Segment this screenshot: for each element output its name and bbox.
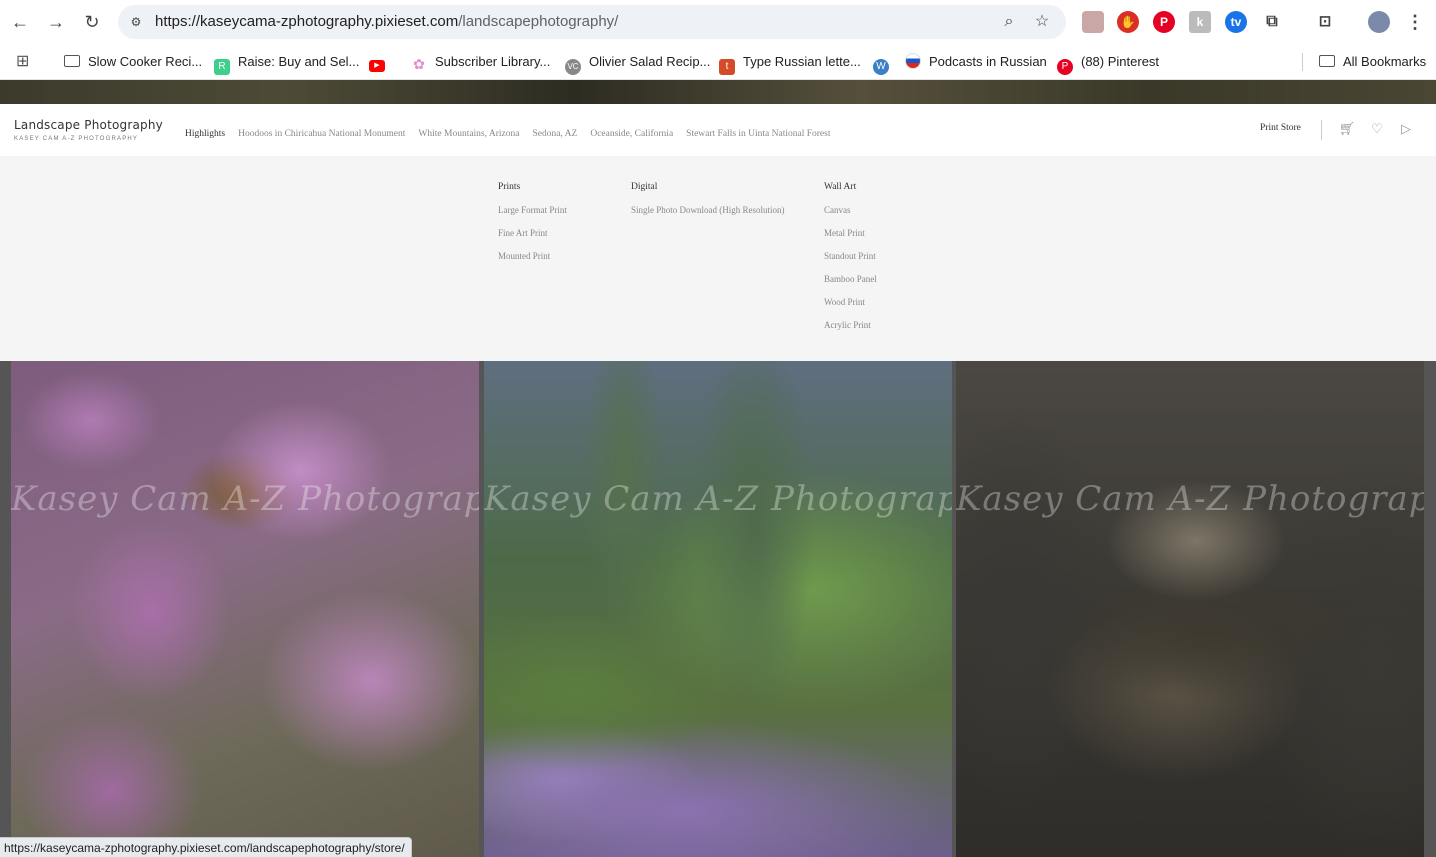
dropdown-item[interactable]: Single Photo Download (High Resolution) <box>631 205 785 228</box>
bookmark-item[interactable]: t Type Russian lette... <box>719 52 861 75</box>
dropdown-item[interactable]: Wood Print <box>824 297 877 320</box>
pinterest-icon: P <box>1057 59 1073 75</box>
photo-grid: Kasey Cam A-Z Photography Kasey Cam A-Z … <box>0 361 1436 857</box>
dropdown-item[interactable]: Acrylic Print <box>824 320 877 343</box>
apps-grid-icon[interactable]: ⊞ <box>16 52 29 72</box>
dropdown-item[interactable]: Metal Print <box>824 228 877 251</box>
wordpress-icon: W <box>873 59 889 75</box>
cart-icon[interactable]: 🛒︎ <box>1338 120 1356 138</box>
bookmarks-divider <box>1302 53 1303 71</box>
print-store-dropdown: Prints Large Format Print Fine Art Print… <box>0 156 1436 361</box>
forward-icon[interactable]: → <box>44 10 68 34</box>
dropdown-column-wall-art: Wall Art Canvas Metal Print Standout Pri… <box>824 182 877 343</box>
bookmark-item[interactable]: VC Olivier Salad Recip... <box>565 52 710 75</box>
t-icon: t <box>719 59 735 75</box>
url-text[interactable]: https://kaseycama-zphotography.pixieset.… <box>155 5 618 39</box>
dropdown-heading[interactable]: Wall Art <box>824 182 877 192</box>
photo-hummingbird-nest[interactable]: Kasey Cam A-Z Photography <box>956 361 1424 857</box>
pinterest-extension-icon[interactable]: P <box>1153 11 1175 33</box>
dropdown-column-digital: Digital Single Photo Download (High Reso… <box>631 182 785 228</box>
dropdown-heading[interactable]: Prints <box>498 182 567 192</box>
header-divider <box>1321 120 1322 140</box>
flower-icon: ✿ <box>413 56 425 72</box>
heart-icon[interactable]: ♡ <box>1368 120 1386 138</box>
brand-subtitle[interactable]: KASEY CAM A-Z PHOTOGRAPHY <box>14 136 138 142</box>
print-store-link[interactable]: Print Store <box>1260 123 1301 133</box>
back-icon[interactable]: ← <box>8 10 32 34</box>
watermark-text: Kasey Cam A-Z Photography <box>956 479 1424 519</box>
russia-flag-icon <box>905 53 921 69</box>
bookmark-item[interactable]: ▶ <box>369 52 393 72</box>
photo-wisteria-bee[interactable]: Kasey Cam A-Z Photography <box>11 361 479 857</box>
dropdown-column-prints: Prints Large Format Print Fine Art Print… <box>498 182 567 274</box>
bookmark-item[interactable]: P (88) Pinterest <box>1057 52 1159 75</box>
extension-k-icon[interactable]: k <box>1189 11 1211 33</box>
raise-icon: R <box>214 59 230 75</box>
photo-saguaro-cactus[interactable]: Kasey Cam A-Z Photography <box>484 361 952 857</box>
dropdown-item[interactable]: Fine Art Print <box>498 228 567 251</box>
bookmark-item[interactable]: Podcasts in Russian <box>905 52 1047 72</box>
bookmark-item[interactable]: R Raise: Buy and Sel... <box>214 52 359 75</box>
browser-toolbar: ← → ↻ ⚙ https://kaseycama-zphotography.p… <box>0 0 1436 44</box>
web-page: Landscape Photography KASEY CAM A-Z PHOT… <box>0 80 1436 857</box>
bookmark-item[interactable]: Slow Cooker Reci... <box>64 52 202 72</box>
collection-title[interactable]: Landscape Photography <box>14 118 163 132</box>
bookmarks-bar: ⊞ Slow Cooker Reci... R Raise: Buy and Se… <box>0 44 1436 80</box>
dropdown-item[interactable]: Bamboo Panel <box>824 274 877 297</box>
profile-avatar[interactable] <box>1368 11 1390 33</box>
dropdown-item[interactable]: Standout Print <box>824 251 877 274</box>
menu-kebab-icon[interactable]: ⋮ <box>1404 11 1426 33</box>
youtube-icon: ▶ <box>369 60 385 72</box>
star-icon[interactable]: ☆ <box>1032 12 1052 32</box>
bookmark-item[interactable]: W <box>873 52 897 75</box>
nav-oceanside[interactable]: Oceanside, California <box>590 129 673 139</box>
nav-hoodoos[interactable]: Hoodoos in Chiricahua National Monument <box>238 129 405 139</box>
dropdown-item[interactable]: Mounted Print <box>498 251 567 274</box>
address-bar[interactable]: ⚙ https://kaseycama-zphotography.pixiese… <box>118 5 1066 39</box>
gallery-nav: Highlights Hoodoos in Chiricahua National… <box>185 123 843 139</box>
status-bar-url: https://kaseycama-zphotography.pixieset.… <box>0 837 412 857</box>
folder-icon <box>64 55 80 67</box>
folder-icon <box>1319 55 1335 67</box>
dropdown-heading[interactable]: Digital <box>631 182 785 192</box>
hero-image-strip <box>0 80 1436 104</box>
nav-highlights[interactable]: Highlights <box>185 129 225 139</box>
tab-search-icon[interactable]: ⊡ <box>1314 11 1336 33</box>
extension-image-icon[interactable] <box>1082 11 1104 33</box>
bookmark-item[interactable]: ✿ Subscriber Library... <box>411 52 550 72</box>
slideshow-play-icon[interactable]: ▷ <box>1397 120 1415 138</box>
reload-icon[interactable]: ↻ <box>80 10 104 34</box>
all-bookmarks-button[interactable]: All Bookmarks <box>1319 52 1426 72</box>
extension-hand-icon[interactable]: ✋ <box>1117 11 1139 33</box>
extension-tv-icon[interactable]: tv <box>1225 11 1247 33</box>
site-settings-icon[interactable]: ⚙ <box>128 14 144 30</box>
vc-icon: VC <box>565 59 581 75</box>
dropdown-item[interactable]: Canvas <box>824 205 877 228</box>
nav-white-mountains[interactable]: White Mountains, Arizona <box>418 129 519 139</box>
site-header: Landscape Photography KASEY CAM A-Z PHOT… <box>0 104 1436 156</box>
zoom-icon[interactable]: ⌕ <box>999 12 1019 32</box>
nav-stewart-falls[interactable]: Stewart Falls in Uinta National Forest <box>686 129 830 139</box>
watermark-text: Kasey Cam A-Z Photography <box>11 479 479 519</box>
nav-sedona[interactable]: Sedona, AZ <box>532 129 577 139</box>
dropdown-item[interactable]: Large Format Print <box>498 205 567 228</box>
watermark-text: Kasey Cam A-Z Photography <box>484 479 952 519</box>
extensions-puzzle-icon[interactable]: ⧉ <box>1261 11 1283 33</box>
